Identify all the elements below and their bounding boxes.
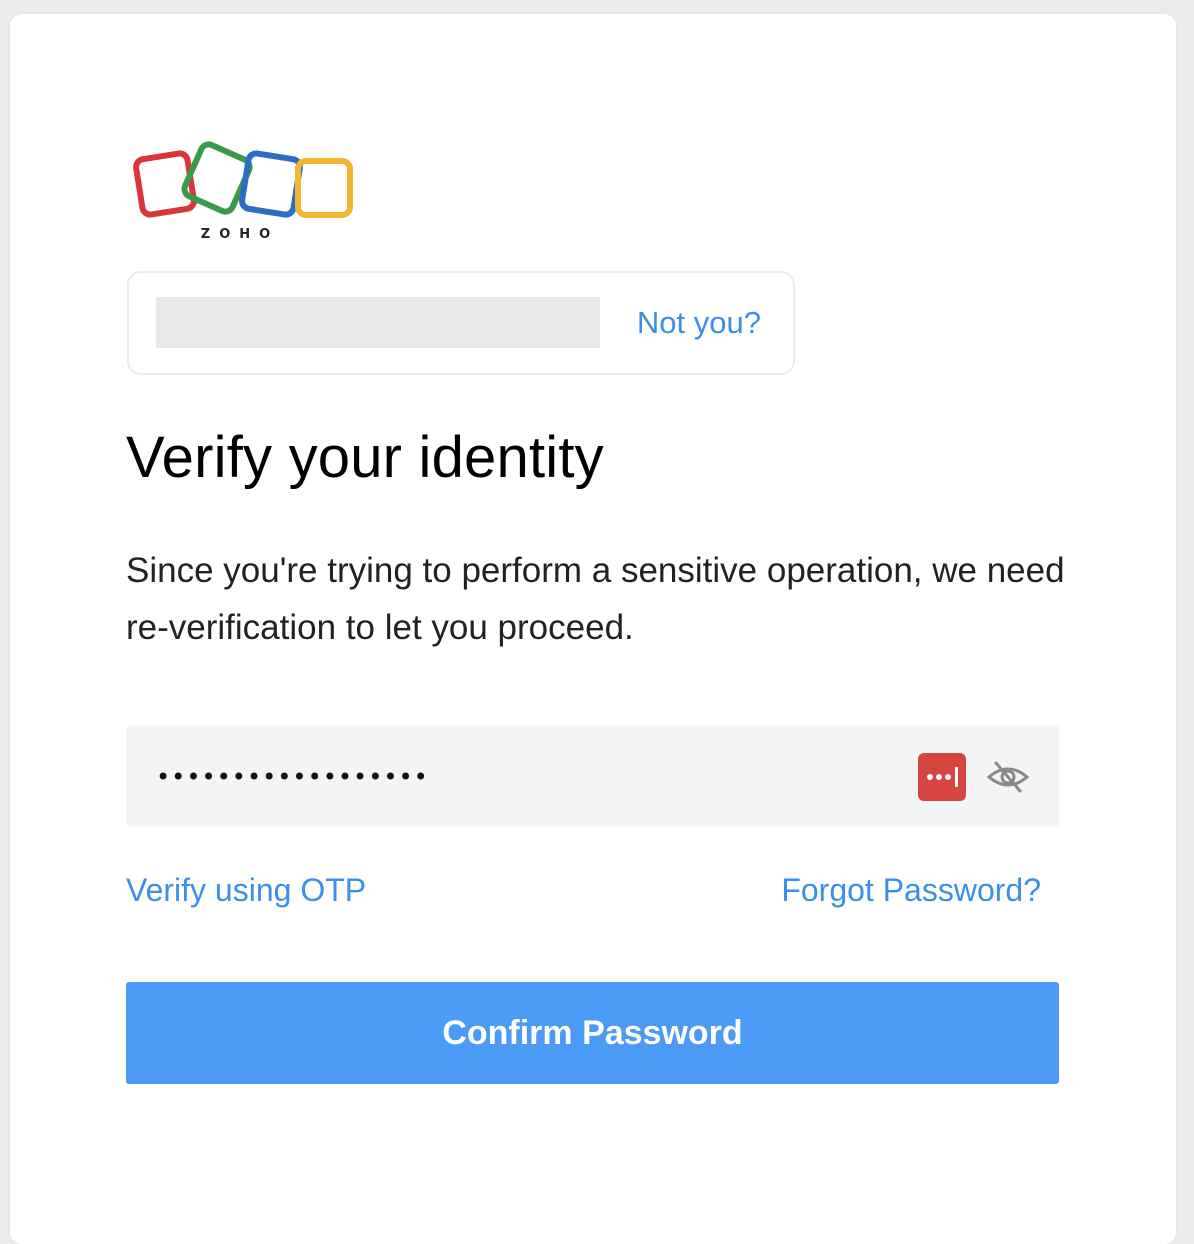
not-you-link[interactable]: Not you? [637,305,761,341]
masked-identity [156,297,600,348]
verification-card: ZOHO Not you? Verify your identity Since… [10,14,1176,1244]
verify-otp-link[interactable]: Verify using OTP [126,872,366,909]
page-title: Verify your identity [126,425,604,490]
password-input[interactable] [154,751,898,803]
zoho-logo: ZOHO [133,141,353,242]
forgot-password-link[interactable]: Forgot Password? [781,872,1041,909]
page-description: Since you're trying to perform a sensiti… [126,551,1065,647]
password-manager-icon[interactable] [918,753,966,801]
logo-wordmark: ZOHO [201,227,279,242]
password-field [126,725,1059,827]
eye-slash-icon[interactable] [986,757,1030,797]
account-identity-box: Not you? [127,271,795,375]
confirm-password-button[interactable]: Confirm Password [126,982,1059,1084]
